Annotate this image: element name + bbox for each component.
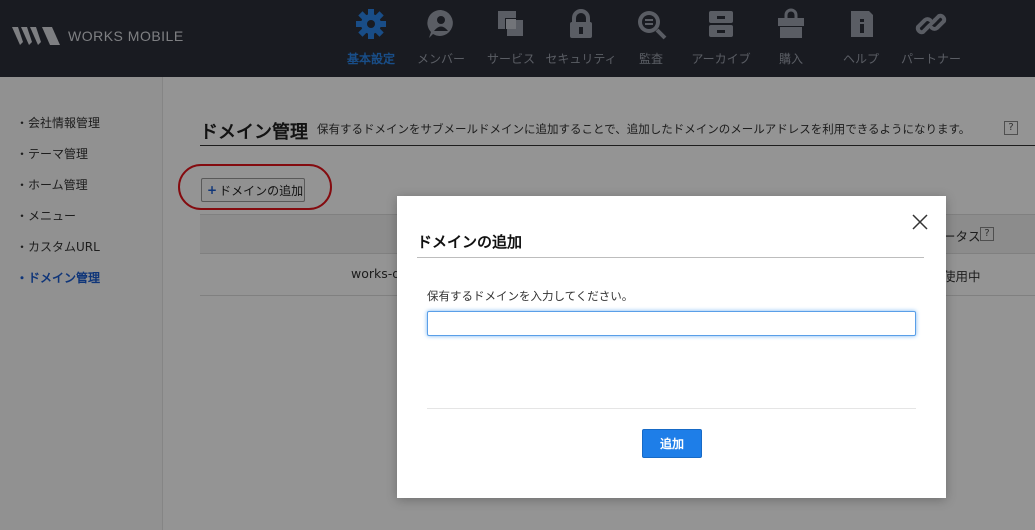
domain-input[interactable] — [427, 311, 916, 336]
submit-add-button[interactable]: 追加 — [642, 429, 702, 458]
dialog-title: ドメインの追加 — [417, 233, 523, 251]
dialog-footer-divider — [427, 408, 916, 409]
add-domain-dialog: ドメインの追加 保有するドメインを入力してください。 追加 — [397, 196, 946, 498]
domain-input-label: 保有するドメインを入力してください。 — [427, 289, 634, 303]
dialog-title-divider — [417, 257, 924, 258]
close-icon[interactable] — [912, 214, 928, 230]
